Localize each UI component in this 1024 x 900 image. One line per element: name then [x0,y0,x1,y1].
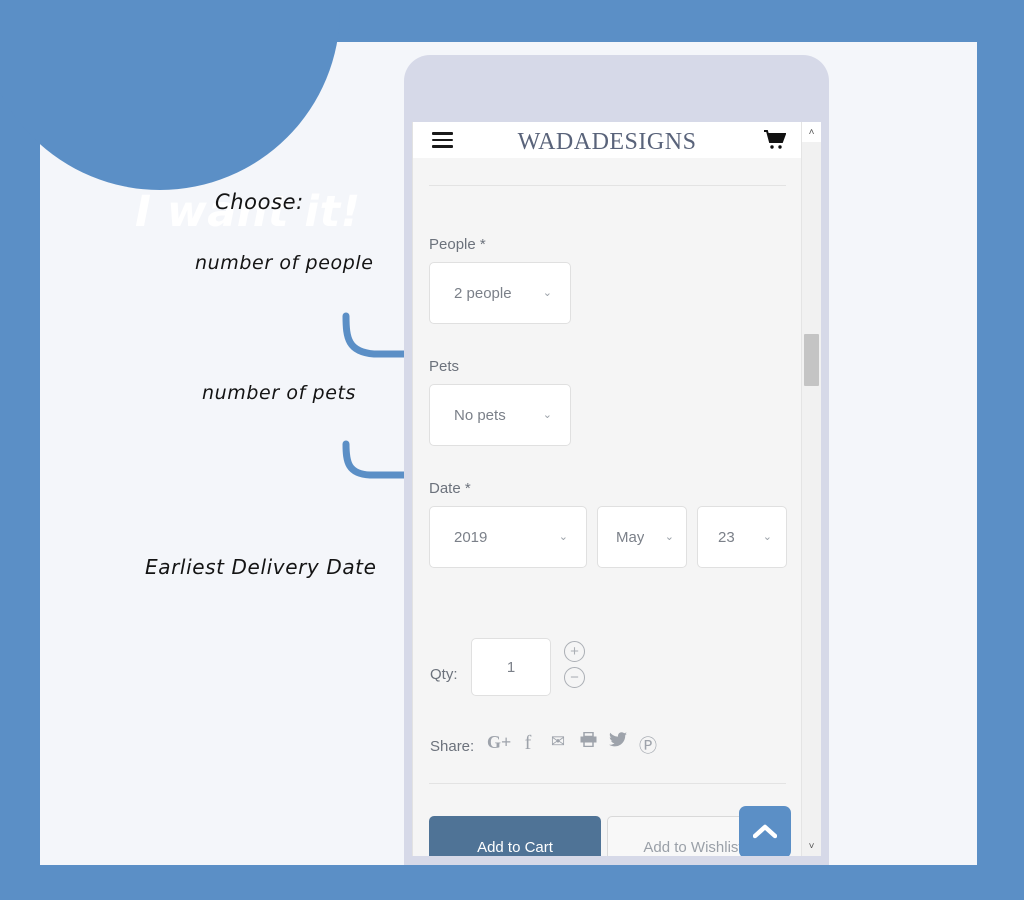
promo-canvas: I want it! Choose: number of people numb… [0,0,1024,900]
annotation-choose: Choose: [215,190,304,214]
google-plus-icon[interactable]: G+ [487,732,511,753]
qty-label: Qty: [430,666,458,683]
chevron-down-icon: ⌄ [558,530,568,543]
date-day-value: 23 [718,528,735,546]
pets-select[interactable]: No pets ⌄ [429,384,571,446]
scrollbar-up-arrow[interactable]: ˄ [802,122,821,142]
share-label: Share: [430,738,475,755]
facebook-icon[interactable]: f [517,732,539,755]
page-scrollbar[interactable]: ˄ ˅ [801,122,821,856]
chevron-down-icon: ⌄ [664,530,674,543]
people-select[interactable]: 2 people ⌄ [429,262,571,324]
twitter-icon[interactable] [607,732,629,752]
shopping-cart-icon[interactable] [764,130,787,150]
chevron-down-icon: ⌄ [762,530,772,543]
date-year-select[interactable]: 2019 ⌄ [429,506,587,568]
date-day-select[interactable]: 23 ⌄ [697,506,787,568]
date-year-value: 2019 [454,528,488,546]
scroll-to-top-button[interactable] [739,806,791,856]
date-month-value: May [616,528,645,546]
pinterest-icon[interactable]: Ⓟ [637,732,659,758]
browser-viewport: WADADESIGNS People * 2 people ⌄ Pets No … [412,122,821,856]
bottom-divider [429,783,786,784]
date-month-select[interactable]: May ⌄ [597,506,687,568]
chevron-down-icon: ⌄ [542,408,552,421]
email-icon[interactable]: ✉ [547,732,569,752]
chevron-down-icon: ⌄ [542,286,552,299]
pets-select-value: No pets [454,406,506,424]
qty-input[interactable]: 1 [471,638,551,696]
scrollbar-thumb[interactable] [804,334,819,386]
site-title: WADADESIGNS [517,129,697,155]
qty-increment-button[interactable]: + [564,641,585,662]
people-label: People * [429,236,486,253]
qty-decrement-button[interactable]: − [564,667,585,688]
chevron-up-icon [753,824,777,839]
product-options-form: People * 2 people ⌄ Pets No pets ⌄ Date … [413,158,802,856]
site-header: WADADESIGNS [413,122,801,158]
people-select-value: 2 people [454,284,512,302]
speech-bubble [0,0,340,190]
date-label: Date * [429,480,471,497]
annotation-number-of-pets: number of pets [202,382,357,404]
annotation-earliest-delivery-date: Earliest Delivery Date [145,555,377,579]
top-divider [429,185,786,186]
print-icon[interactable] [577,731,599,752]
pets-label: Pets [429,358,460,375]
scrollbar-down-arrow[interactable]: ˅ [802,836,821,856]
add-to-cart-button[interactable]: Add to Cart [429,816,601,856]
annotation-number-of-people: number of people [195,252,374,274]
